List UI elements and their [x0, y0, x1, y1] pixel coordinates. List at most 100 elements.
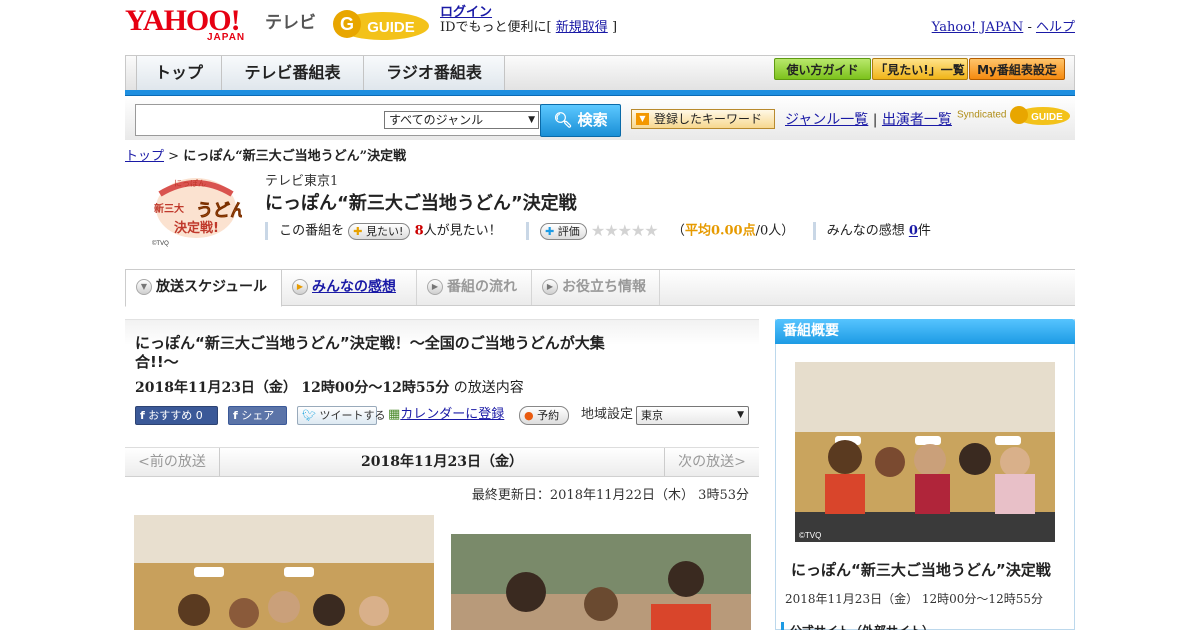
calendar-icon: ▦ — [388, 407, 401, 422]
program-summary-datetime: 2018年11月23日（金） 12時00分～12時55分 — [785, 592, 1043, 606]
facebook-share-label: シェア — [241, 409, 275, 422]
syndicated-gguide-logo: Syndicated GUIDE — [957, 104, 1071, 126]
play-icon: ▶ — [427, 279, 443, 295]
genre-select[interactable]: すべてのジャンル ▼ — [384, 111, 539, 129]
triangle-down-icon: ▼ — [636, 113, 649, 125]
logo-text-b: 新三大 — [154, 202, 184, 215]
want-button[interactable]: ✚ 見たい! — [348, 222, 411, 240]
rate-button[interactable]: ✚ 評価 — [540, 222, 587, 240]
facebook-recommend-button[interactable]: f おすすめ 0 — [135, 406, 218, 425]
genre-list-link[interactable]: ジャンル一覧 — [785, 112, 868, 128]
breadcrumb-top-link[interactable]: トップ — [125, 149, 164, 164]
want-count: 8 — [414, 223, 424, 239]
tab-program-flow[interactable]: ▶ 番組の流れ — [417, 270, 532, 305]
help-link[interactable]: ヘルプ — [1036, 20, 1075, 35]
divider — [265, 222, 268, 240]
program-summary-header: 番組概要 — [775, 319, 1075, 344]
dropdown-arrow-icon: ▼ — [737, 410, 744, 420]
prev-broadcast-link[interactable]: <前の放送 — [125, 448, 220, 476]
channel-name: テレビ東京1 — [265, 174, 339, 189]
my-schedule-settings-button[interactable]: My番組表設定 — [969, 58, 1065, 80]
cast-list-link[interactable]: 出演者一覧 — [882, 112, 952, 128]
play-icon: ▶ — [292, 279, 308, 295]
search-icon: 🔍︎ — [553, 111, 573, 129]
episode-photo-2 — [451, 534, 751, 630]
facebook-icon: f — [233, 409, 238, 422]
program-stats-row: この番組を ✚ 見たい! 8人が見たい！ ✚ 評価 ★★★★★ （平均0.00点… — [265, 221, 931, 241]
top-right-links: Yahoo! JAPAN - ヘルプ — [932, 16, 1075, 35]
impressions-count-link[interactable]: 0 — [909, 224, 918, 239]
broadcast-pager: <前の放送 2018年11月23日（金） 次の放送> — [125, 447, 759, 477]
tab-label: お役立ち情報 — [562, 279, 646, 295]
tv-logo-text: テレビ — [265, 13, 316, 33]
gguide-text: GUIDE — [367, 19, 415, 36]
rating-stars-icon: ★★★★★ — [590, 221, 659, 240]
plus-icon: ✚ — [545, 224, 555, 238]
genre-select-value: すべてのジャンル — [389, 113, 484, 127]
howto-guide-button[interactable]: 使い方ガイド — [774, 58, 871, 80]
registered-keywords-label: 登録したキーワード — [654, 112, 763, 126]
twitter-bird-icon: 🐦︎ — [302, 409, 316, 422]
reserve-button[interactable]: ● 予約 — [519, 406, 569, 425]
registered-keywords-button[interactable]: ▼ 登録したキーワード — [631, 109, 775, 129]
region-select-value: 東京 — [641, 409, 663, 422]
record-dot-icon: ● — [524, 409, 534, 422]
search-button[interactable]: 🔍︎ 検索 — [540, 104, 621, 137]
tab-broadcast-schedule[interactable]: ▼ 放送スケジュール — [125, 269, 282, 307]
tab-impressions[interactable]: ▶ みんなの感想 — [282, 270, 417, 305]
reserve-label: 予約 — [537, 409, 560, 422]
region-label: 地域設定 — [581, 407, 634, 422]
play-icon: ▶ — [542, 279, 558, 295]
gguide-logo: G GUIDE — [333, 6, 433, 42]
link-separator: | — [872, 112, 878, 128]
calendar-register-label: カレンダーに登録 — [400, 407, 505, 422]
syndicated-text: Syndicated — [957, 109, 1007, 121]
episode-photo-1 — [134, 515, 434, 630]
tab-label: 放送スケジュール — [156, 279, 268, 295]
svg-text:G: G — [340, 14, 354, 34]
photo-credit: ©TVQ — [799, 531, 821, 540]
program-summary-photo: ©TVQ — [795, 362, 1055, 542]
signup-link[interactable]: 新規取得 — [556, 20, 608, 35]
nav-tab-tv-schedule[interactable]: テレビ番組表 — [221, 56, 363, 91]
search-links: ジャンル一覧 | 出演者一覧 — [785, 109, 952, 129]
pager-date: 2018年11月23日（金） — [361, 454, 523, 470]
next-broadcast-link[interactable]: 次の放送> — [664, 448, 759, 476]
nav-tab-top[interactable]: トップ — [136, 56, 221, 91]
tab-useful-info[interactable]: ▶ お役立ち情報 — [532, 270, 660, 305]
search-button-label: 検索 — [577, 111, 608, 129]
impressions-suffix: 件 — [917, 223, 931, 239]
tweet-label: ツイートする — [319, 409, 386, 422]
nav-tab-radio-schedule[interactable]: ラジオ番組表 — [363, 56, 505, 91]
login-link[interactable]: ログイン — [440, 5, 492, 20]
chevron-down-icon: ▼ — [136, 279, 152, 295]
episode-date: 2018年11月23日（金） — [135, 380, 297, 396]
dropdown-arrow-icon: ▼ — [528, 115, 535, 125]
want-list-button[interactable]: 「見たい!」一覧 — [872, 58, 968, 80]
facebook-share-button[interactable]: f シェア — [228, 406, 287, 425]
region-select[interactable]: 東京 ▼ — [636, 406, 749, 425]
yahoo-tv-logo[interactable]: YAHOO! JAPAN テレビ — [125, 6, 320, 46]
main-nav: トップ テレビ番組表 ラジオ番組表 使い方ガイド 「見たい!」一覧 My番組表設… — [125, 55, 1075, 92]
facebook-recommend-label: おすすめ 0 — [148, 409, 203, 422]
episode-date-suffix: の放送内容 — [453, 380, 524, 396]
avg-score: 平均0.00点 — [684, 223, 756, 239]
program-summary-title: にっぽん“新三大ご当地うどん”決定戦 — [791, 561, 1051, 579]
tab-label: みんなの感想 — [312, 279, 396, 295]
japan-logo-text: JAPAN — [207, 32, 246, 43]
logo-text-d: 決定戦! — [174, 220, 219, 236]
yahoo-japan-link[interactable]: Yahoo! JAPAN — [932, 20, 1024, 35]
top-link-separator: - — [1027, 20, 1032, 35]
logo-text-a: にっぽん — [174, 179, 206, 188]
tweet-button[interactable]: 🐦︎ ツイートする — [297, 406, 385, 425]
plus-icon: ✚ — [353, 224, 363, 238]
program-logo: にっぽん 新三大 うどん 決定戦! ©TVQ — [150, 172, 247, 247]
episode-time: 12時00分～12時55分 — [301, 380, 450, 396]
official-site-heading: 公式サイト（外部サイト） — [781, 622, 934, 630]
facebook-icon: f — [140, 409, 145, 422]
calendar-register-link[interactable]: ▦カレンダーに登録 — [388, 406, 513, 425]
want-suffix: 人が見たい！ — [423, 223, 502, 239]
login-note-close: ] — [611, 20, 618, 35]
tab-label: 番組の流れ — [447, 279, 517, 295]
divider — [812, 222, 816, 240]
